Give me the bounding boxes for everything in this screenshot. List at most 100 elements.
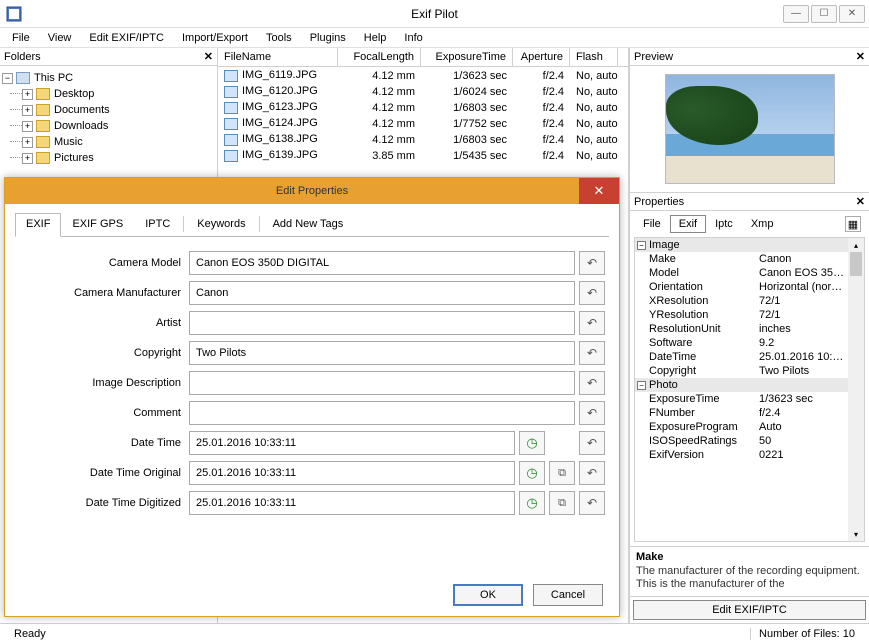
col-flash[interactable]: Flash (570, 48, 618, 66)
undo-button[interactable] (579, 491, 605, 515)
menu-tools[interactable]: Tools (258, 30, 300, 46)
prop-row[interactable]: CopyrightTwo Pilots (635, 364, 848, 378)
filelist-row[interactable]: IMG_6138.JPG4.12 mm1/6803 secf/2.4No, au… (218, 131, 628, 147)
input-artist[interactable] (189, 311, 575, 335)
scrollbar[interactable]: ▴ ▾ (848, 238, 864, 541)
ptab-file[interactable]: File (634, 215, 670, 233)
tree-root[interactable]: This PC (34, 72, 73, 84)
expander-icon[interactable]: + (22, 105, 33, 116)
prop-row[interactable]: XResolution72/1 (635, 294, 848, 308)
tree-item[interactable]: Pictures (54, 152, 94, 164)
clock-button[interactable] (519, 491, 545, 515)
dtab-exif[interactable]: EXIF (15, 213, 61, 237)
prop-row[interactable]: Software9.2 (635, 336, 848, 350)
preview-title: Preview (634, 51, 673, 63)
input-img-desc[interactable] (189, 371, 575, 395)
input-camera-model[interactable] (189, 251, 575, 275)
input-comment[interactable] (189, 401, 575, 425)
maximize-button[interactable]: ☐ (811, 5, 837, 23)
properties-close-icon[interactable]: ✕ (856, 195, 865, 208)
undo-button[interactable] (579, 281, 605, 305)
tree-item[interactable]: Music (54, 136, 83, 148)
col-aperture[interactable]: Aperture (513, 48, 570, 66)
expander-icon[interactable]: + (22, 121, 33, 132)
filelist-row[interactable]: IMG_6124.JPG4.12 mm1/7752 secf/2.4No, au… (218, 115, 628, 131)
input-date-orig[interactable] (189, 461, 515, 485)
tree-item[interactable]: Desktop (54, 88, 94, 100)
prop-row[interactable]: FNumberf/2.4 (635, 406, 848, 420)
undo-button[interactable] (579, 251, 605, 275)
filelist-row[interactable]: IMG_6120.JPG4.12 mm1/6024 secf/2.4No, au… (218, 83, 628, 99)
prop-row[interactable]: ExifVersion0221 (635, 448, 848, 462)
undo-button[interactable] (579, 431, 605, 455)
copy-button[interactable] (549, 491, 575, 515)
dialog-close-button[interactable]: ✕ (579, 178, 619, 204)
expander-icon[interactable]: − (637, 381, 646, 390)
prop-row[interactable]: ResolutionUnitinches (635, 322, 848, 336)
folders-close-icon[interactable]: ✕ (204, 50, 213, 63)
menu-edit-exif[interactable]: Edit EXIF/IPTC (81, 30, 172, 46)
prop-row[interactable]: YResolution72/1 (635, 308, 848, 322)
tree-item[interactable]: Downloads (54, 120, 108, 132)
prop-row[interactable]: ExposureProgramAuto (635, 420, 848, 434)
copy-button[interactable] (549, 461, 575, 485)
dtab-exif-gps[interactable]: EXIF GPS (61, 213, 134, 237)
col-focallength[interactable]: FocalLength (338, 48, 421, 66)
edit-exif-iptc-button[interactable]: Edit EXIF/IPTC (633, 600, 866, 620)
dtab-iptc[interactable]: IPTC (134, 213, 181, 237)
undo-button[interactable] (579, 371, 605, 395)
ptab-exif[interactable]: Exif (670, 215, 706, 233)
label-comment: Comment (19, 407, 189, 419)
undo-button[interactable] (579, 341, 605, 365)
filelist-row[interactable]: IMG_6139.JPG3.85 mm1/5435 secf/2.4No, au… (218, 147, 628, 163)
property-grid[interactable]: −ImageMakeCanonModelCanon EOS 350...Orie… (634, 237, 865, 542)
close-button[interactable]: ✕ (839, 5, 865, 23)
prop-row[interactable]: MakeCanon (635, 252, 848, 266)
input-date-time[interactable] (189, 431, 515, 455)
undo-button[interactable] (579, 401, 605, 425)
col-filename[interactable]: FileName (218, 48, 338, 66)
prop-row[interactable]: DateTime25.01.2016 10:3... (635, 350, 848, 364)
prop-section[interactable]: −Photo (635, 378, 848, 392)
prop-row[interactable]: ISOSpeedRatings50 (635, 434, 848, 448)
menu-help[interactable]: Help (356, 30, 395, 46)
properties-options-icon[interactable]: ▦ (845, 216, 861, 232)
expander-icon[interactable]: − (637, 241, 646, 250)
ok-button[interactable]: OK (453, 584, 523, 606)
scroll-up-icon[interactable]: ▴ (848, 238, 864, 252)
scroll-down-icon[interactable]: ▾ (848, 527, 864, 541)
minimize-button[interactable]: — (783, 5, 809, 23)
dtab-keywords[interactable]: Keywords (186, 213, 256, 237)
dialog-titlebar[interactable]: Edit Properties ✕ (5, 178, 619, 204)
tree-item[interactable]: Documents (54, 104, 110, 116)
menu-import-export[interactable]: Import/Export (174, 30, 256, 46)
clock-button[interactable] (519, 431, 545, 455)
col-exposuretime[interactable]: ExposureTime (421, 48, 513, 66)
filelist-row[interactable]: IMG_6123.JPG4.12 mm1/6803 secf/2.4No, au… (218, 99, 628, 115)
ptab-xmp[interactable]: Xmp (742, 215, 783, 233)
scroll-thumb[interactable] (850, 252, 862, 276)
dtab-add-new[interactable]: Add New Tags (262, 213, 355, 237)
input-date-digi[interactable] (189, 491, 515, 515)
menu-info[interactable]: Info (396, 30, 430, 46)
undo-button[interactable] (579, 461, 605, 485)
prop-row[interactable]: OrientationHorizontal (normal) (635, 280, 848, 294)
menu-plugins[interactable]: Plugins (302, 30, 354, 46)
menu-view[interactable]: View (40, 30, 80, 46)
expander-icon[interactable]: − (2, 73, 13, 84)
expander-icon[interactable]: + (22, 153, 33, 164)
expander-icon[interactable]: + (22, 89, 33, 100)
input-camera-mfr[interactable] (189, 281, 575, 305)
ptab-iptc[interactable]: Iptc (706, 215, 742, 233)
clock-button[interactable] (519, 461, 545, 485)
menu-file[interactable]: File (4, 30, 38, 46)
filelist-row[interactable]: IMG_6119.JPG4.12 mm1/3623 secf/2.4No, au… (218, 67, 628, 83)
prop-row[interactable]: ExposureTime1/3623 sec (635, 392, 848, 406)
undo-button[interactable] (579, 311, 605, 335)
preview-close-icon[interactable]: ✕ (856, 50, 865, 63)
input-copyright[interactable] (189, 341, 575, 365)
cancel-button[interactable]: Cancel (533, 584, 603, 606)
prop-section[interactable]: −Image (635, 238, 848, 252)
prop-row[interactable]: ModelCanon EOS 350... (635, 266, 848, 280)
expander-icon[interactable]: + (22, 137, 33, 148)
